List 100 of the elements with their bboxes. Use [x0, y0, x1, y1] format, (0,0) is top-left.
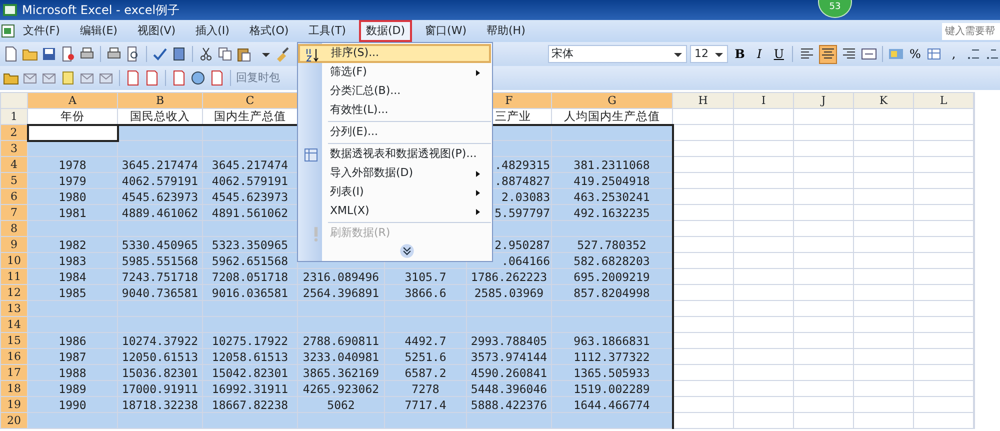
menu-item[interactable]: 排序(S)... [298, 44, 491, 63]
table-cell: 7208.051718 [202, 268, 298, 284]
table-cell: 15036.82301 [118, 364, 202, 380]
menu-item[interactable]: 数据(D) [358, 20, 412, 42]
sticky-note-icon[interactable] [60, 70, 76, 86]
row-header[interactable]: 8 [0, 220, 28, 236]
row-header[interactable]: 15 [0, 332, 28, 348]
row-header[interactable]: 18 [0, 380, 28, 396]
row-header[interactable]: 12 [0, 284, 28, 300]
table-cell: 3866.6 [384, 284, 466, 300]
table-cell: 1989 [28, 380, 118, 396]
grid-icon[interactable] [926, 46, 942, 62]
table-cell: 1980 [28, 188, 118, 204]
table-cell: 857.8204998 [552, 284, 672, 300]
bold-button[interactable]: B [731, 44, 748, 64]
table-cell: 5330.450965 [118, 236, 202, 252]
row-header[interactable]: 13 [0, 300, 28, 316]
row-header[interactable]: 4 [0, 156, 28, 172]
table-cell: 3233.040981 [298, 348, 384, 364]
font-field[interactable]: 宋体 [548, 45, 688, 63]
column-header[interactable]: A [28, 92, 118, 108]
table-cell: 1984 [28, 268, 118, 284]
table-cell: 1986 [28, 332, 118, 348]
column-header[interactable]: H [672, 92, 734, 108]
column-header[interactable]: J [794, 92, 854, 108]
column-header[interactable]: K [854, 92, 914, 108]
table-cell: 18667.82238 [202, 396, 298, 412]
menu-item[interactable]: 帮助(H) [480, 20, 532, 42]
table-cell: 15042.82301 [202, 364, 298, 380]
row-header[interactable]: 6 [0, 188, 28, 204]
row-header[interactable]: 10 [0, 252, 28, 268]
column-header[interactable]: L [914, 92, 974, 108]
table-cell: 1786.262223 [466, 268, 552, 284]
comma-button[interactable]: , [945, 44, 962, 64]
underline-button[interactable]: U [770, 44, 788, 64]
menu-item[interactable]: 插入(I) [188, 20, 236, 42]
menu-item[interactable]: 窗口(W) [418, 20, 474, 42]
table-cell: 18718.32238 [118, 396, 202, 412]
table-cell: 4590.260841 [466, 364, 552, 380]
row-header[interactable]: 17 [0, 364, 28, 380]
table-cell: 1644.466774 [552, 396, 672, 412]
paste-icon[interactable] [236, 46, 252, 62]
menu-item[interactable]: 分列(E)... [298, 123, 491, 142]
table-cell: 695.2009219 [552, 268, 672, 284]
row-header[interactable]: 2 [0, 124, 28, 140]
row-header[interactable]: 16 [0, 348, 28, 364]
table-cell: 2993.788405 [466, 332, 552, 348]
table-cell: 4891.561062 [202, 204, 298, 220]
document-icon[interactable] [171, 70, 187, 86]
row-header[interactable]: 19 [0, 396, 28, 412]
row-header[interactable]: 14 [0, 316, 28, 332]
table-cell: 2564.396891 [298, 284, 384, 300]
menu-item[interactable]: 视图(V) [130, 20, 183, 42]
column-header[interactable]: I [734, 92, 794, 108]
table-cell: 4545.623973 [202, 188, 298, 204]
help-search-field[interactable]: 键入需要帮 [942, 23, 1000, 40]
document-icon[interactable] [144, 70, 160, 86]
row-header[interactable]: 20 [0, 412, 28, 428]
table-cell: 9040.736581 [118, 284, 202, 300]
row-header[interactable]: 11 [0, 268, 28, 284]
column-header[interactable]: G [552, 92, 672, 108]
save-icon[interactable] [41, 46, 57, 62]
table-cell: 492.1632235 [552, 204, 672, 220]
table-cell: 419.2504918 [552, 172, 672, 188]
table-cell: 7717.4 [384, 396, 466, 412]
table-cell: 527.780352 [552, 236, 672, 252]
column-header[interactable]: C [202, 92, 298, 108]
excel-doc-icon[interactable] [0, 23, 16, 39]
row-header[interactable]: 7 [0, 204, 28, 220]
row-header[interactable]: 9 [0, 236, 28, 252]
font-size-field[interactable]: 12 [690, 45, 728, 63]
menu-item[interactable]: 工具(T) [302, 20, 353, 42]
table-cell: 2585.03969 [466, 284, 552, 300]
document-icon[interactable] [125, 70, 141, 86]
table-cell: 582.6828203 [552, 252, 672, 268]
row-header[interactable]: 1 [0, 108, 28, 124]
table-cell: 3645.217474 [202, 156, 298, 172]
table-cell: 5062 [298, 396, 384, 412]
menu-item[interactable]: 编辑(E) [72, 20, 124, 42]
expand-chevron-icon[interactable] [398, 243, 414, 259]
menu-item[interactable]: 格式(O) [242, 20, 296, 42]
column-header[interactable]: B [118, 92, 202, 108]
row-header[interactable]: 5 [0, 172, 28, 188]
table-cell: 7243.751718 [118, 268, 202, 284]
document-icon[interactable] [209, 70, 225, 86]
count-badge: 53 [818, 0, 852, 18]
scissors-icon[interactable] [198, 46, 214, 62]
menu-item[interactable]: 筛选(F) [298, 63, 491, 82]
percent-button[interactable]: % [906, 44, 924, 64]
copy-icon[interactable] [216, 46, 233, 62]
table-cell: 2316.089496 [298, 268, 384, 284]
table-cell: 5448.396046 [466, 380, 552, 396]
table-cell: 1990 [28, 396, 118, 412]
italic-button[interactable]: I [751, 44, 768, 64]
table-cell: 12058.61513 [202, 348, 298, 364]
merge-cells-icon[interactable] [861, 46, 878, 62]
table-cell: 3865.362169 [298, 364, 384, 380]
menu-item[interactable]: 文件(F) [16, 20, 67, 42]
new-file-icon[interactable] [3, 46, 19, 62]
row-header[interactable]: 3 [0, 140, 28, 156]
